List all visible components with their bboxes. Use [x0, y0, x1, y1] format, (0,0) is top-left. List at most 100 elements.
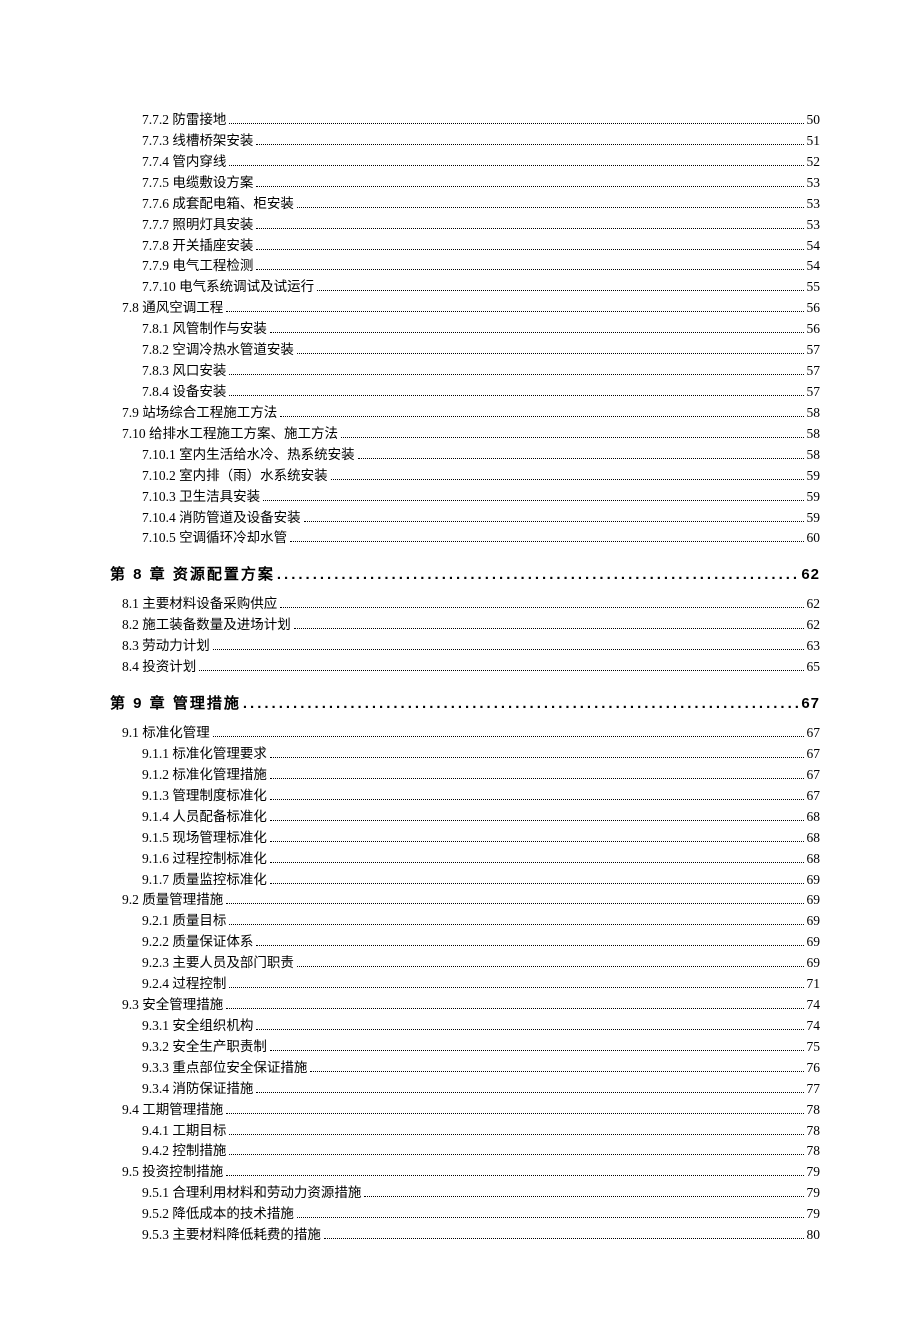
- toc-leader: [229, 123, 803, 124]
- toc-entry-page: 77: [807, 1079, 821, 1100]
- toc-entry-page: 54: [807, 236, 821, 257]
- toc-entry-title: 9.3.1 安全组织机构: [142, 1016, 253, 1037]
- toc-entry-title: 9.5.1 合理利用材料和劳动力资源措施: [142, 1183, 361, 1204]
- toc-leader: [341, 437, 804, 438]
- toc-leader: [270, 757, 804, 758]
- toc-entry-title: 9.3 安全管理措施: [122, 995, 223, 1016]
- toc-page: 7.7.2 防雷接地 507.7.3 线槽桥架安装 517.7.4 管内穿线 5…: [0, 0, 920, 1326]
- toc-entry: 9.5.2 降低成本的技术措施 79: [110, 1204, 820, 1225]
- toc-entry-title: 9.1.4 人员配备标准化: [142, 807, 267, 828]
- toc-entry-title: 9.2.3 主要人员及部门职责: [142, 953, 294, 974]
- toc-entry: 7.10.3 卫生洁具安装 59: [110, 487, 820, 508]
- toc-entry-page: 57: [807, 340, 821, 361]
- toc-entry-title: 9.1.2 标准化管理措施: [142, 765, 267, 786]
- toc-entry-page: 53: [807, 215, 821, 236]
- toc-entry-page: 57: [807, 361, 821, 382]
- toc-entry-page: 56: [807, 298, 821, 319]
- toc-entry: 9.3.2 安全生产职责制 75: [110, 1037, 820, 1058]
- toc-entry: 8.1 主要材料设备采购供应 62: [110, 594, 820, 615]
- toc-leader: [270, 862, 804, 863]
- toc-entry-page: 69: [807, 870, 821, 891]
- toc-entry: 9.2.3 主要人员及部门职责 69: [110, 953, 820, 974]
- toc-entry-title: 7.10.2 室内排（雨）水系统安装: [142, 466, 328, 487]
- toc-entry-title: 9.4 工期管理措施: [122, 1100, 223, 1121]
- toc-entry-page: 58: [807, 445, 821, 466]
- toc-entry-title: 9.1.3 管理制度标准化: [142, 786, 267, 807]
- toc-leader: [290, 541, 803, 542]
- toc-entry: 7.8 通风空调工程 56: [110, 298, 820, 319]
- toc-leader: [256, 228, 803, 229]
- toc-entry: 9.3 安全管理措施 74: [110, 995, 820, 1016]
- toc-entry-title: 7.7.6 成套配电箱、柜安装: [142, 194, 294, 215]
- toc-leader: [263, 500, 803, 501]
- toc-entry: 9.4 工期管理措施 78: [110, 1100, 820, 1121]
- toc-entry-page: 74: [807, 995, 821, 1016]
- toc-entry: 9.5.1 合理利用材料和劳动力资源措施 79: [110, 1183, 820, 1204]
- toc-entry: 7.7.7 照明灯具安装 53: [110, 215, 820, 236]
- toc-entry-page: 71: [807, 974, 821, 995]
- toc-entry: 9.1.5 现场管理标准化 68: [110, 828, 820, 849]
- toc-entry: 7.10.1 室内生活给水冷、热系统安装 58: [110, 445, 820, 466]
- toc-entry-title: 7.8.4 设备安装: [142, 382, 226, 403]
- toc-entry: 8.4 投资计划 65: [110, 657, 820, 678]
- toc-entry-page: 60: [807, 528, 821, 549]
- toc-entry-page: 69: [807, 953, 821, 974]
- toc-entry-page: 67: [801, 695, 820, 712]
- toc-entry-page: 65: [807, 657, 821, 678]
- toc-entry-page: 52: [807, 152, 821, 173]
- toc-leader: [199, 670, 803, 671]
- toc-leader: [213, 649, 804, 650]
- toc-leader: [229, 395, 803, 396]
- toc-leader: [243, 695, 799, 712]
- toc-leader: [280, 416, 803, 417]
- toc-entry-page: 53: [807, 194, 821, 215]
- toc-leader: [256, 269, 803, 270]
- toc-entry: 9.4.1 工期目标 78: [110, 1121, 820, 1142]
- toc-entry-title: 9.2.4 过程控制: [142, 974, 226, 995]
- toc-entry-page: 59: [807, 487, 821, 508]
- toc-entry: 7.8.3 风口安装 57: [110, 361, 820, 382]
- toc-entry-page: 79: [807, 1204, 821, 1225]
- toc-entry-title: 7.7.5 电缆敷设方案: [142, 173, 253, 194]
- toc-entry-title: 9.3.4 消防保证措施: [142, 1079, 253, 1100]
- toc-entry: 9.1.2 标准化管理措施 67: [110, 765, 820, 786]
- toc-leader: [226, 903, 803, 904]
- toc-entry: 7.10.5 空调循环冷却水管 60: [110, 528, 820, 549]
- toc-entry-page: 69: [807, 890, 821, 911]
- toc-leader: [229, 165, 803, 166]
- toc-leader: [297, 1217, 804, 1218]
- toc-entry: 7.7.10 电气系统调试及试运行 55: [110, 277, 820, 298]
- toc-entry-page: 62: [807, 594, 821, 615]
- toc-entry-page: 78: [807, 1100, 821, 1121]
- toc-entry-page: 59: [807, 508, 821, 529]
- toc-entry: 9.1.7 质量监控标准化 69: [110, 870, 820, 891]
- toc-leader: [280, 607, 803, 608]
- toc-entry: 9.1.6 过程控制标准化 68: [110, 849, 820, 870]
- toc-entry-page: 69: [807, 932, 821, 953]
- toc-leader: [256, 1092, 803, 1093]
- toc-entry-title: 9.4.1 工期目标: [142, 1121, 226, 1142]
- toc-entry-title: 9.3.2 安全生产职责制: [142, 1037, 267, 1058]
- toc-entry: 7.7.3 线槽桥架安装 51: [110, 131, 820, 152]
- toc-entry-title: 9.4.2 控制措施: [142, 1141, 226, 1162]
- toc-entry: 9.2 质量管理措施 69: [110, 890, 820, 911]
- toc-leader: [324, 1238, 804, 1239]
- toc-leader: [331, 479, 804, 480]
- toc-entry-page: 50: [807, 110, 821, 131]
- toc-entry: 7.7.6 成套配电箱、柜安装 53: [110, 194, 820, 215]
- toc-entry: 7.10.4 消防管道及设备安装 59: [110, 508, 820, 529]
- toc-entry: 7.7.9 电气工程检测 54: [110, 256, 820, 277]
- toc-entry: 9.3.4 消防保证措施 77: [110, 1079, 820, 1100]
- toc-entry-title: 8.3 劳动力计划: [122, 636, 210, 657]
- toc-entry: 9.5.3 主要材料降低耗费的措施 80: [110, 1225, 820, 1246]
- toc-leader: [297, 353, 804, 354]
- toc-entry-page: 62: [807, 615, 821, 636]
- toc-entry-page: 67: [807, 765, 821, 786]
- toc-leader: [226, 1008, 803, 1009]
- toc-entry-title: 7.7.3 线槽桥架安装: [142, 131, 253, 152]
- toc-entry-title: 7.7.7 照明灯具安装: [142, 215, 253, 236]
- toc-entry: 9.1.1 标准化管理要求 67: [110, 744, 820, 765]
- toc-entry-title: 7.10 给排水工程施工方案、施工方法: [122, 424, 338, 445]
- toc-entry: 9.4.2 控制措施 78: [110, 1141, 820, 1162]
- toc-entry-page: 75: [807, 1037, 821, 1058]
